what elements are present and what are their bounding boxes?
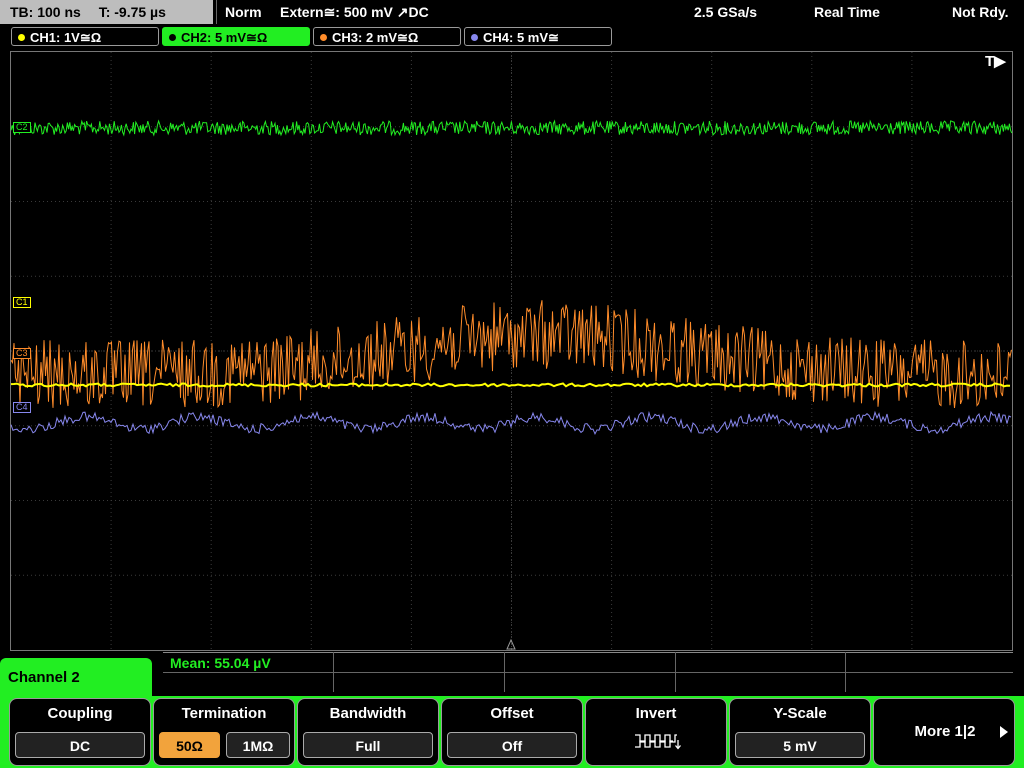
coupling-value[interactable]: DC: [15, 732, 145, 758]
invert-button[interactable]: Invert: [585, 698, 727, 766]
bandwidth-button[interactable]: Bandwidth Full: [297, 698, 439, 766]
measurement-divider: [504, 652, 505, 692]
more-button[interactable]: More 1|2: [873, 698, 1015, 766]
offset-button[interactable]: Offset Off: [441, 698, 583, 766]
termination-1mohm[interactable]: 1MΩ: [226, 732, 290, 758]
trigger-offset-marker[interactable]: T▶: [985, 52, 1006, 70]
measurement-divider: [675, 652, 676, 692]
ch4-level-marker[interactable]: C4: [13, 402, 31, 413]
chevron-right-icon: [1000, 726, 1008, 738]
yscale-value[interactable]: 5 mV: [735, 732, 865, 758]
more-label: More 1|2: [914, 723, 976, 740]
coupling-button[interactable]: Coupling DC: [9, 698, 151, 766]
menu-title: Channel 2: [0, 658, 152, 700]
bandwidth-value[interactable]: Full: [303, 732, 433, 758]
mean-measurement: Mean: 55.04 µV: [170, 655, 271, 671]
ch1-level-marker[interactable]: C1: [13, 297, 31, 308]
invert-title: Invert: [635, 705, 677, 722]
ch3-level-marker[interactable]: C3: [13, 348, 31, 359]
measurement-divider: [845, 652, 846, 692]
bandwidth-title: Bandwidth: [329, 705, 407, 722]
coupling-title: Coupling: [47, 705, 113, 722]
trace-ch1: [10, 382, 1011, 388]
offset-value[interactable]: Off: [447, 732, 577, 758]
measurement-divider: [163, 672, 1013, 673]
graticule: [11, 52, 1012, 650]
ch2-level-marker[interactable]: C2: [13, 122, 31, 133]
termination-title: Termination: [181, 705, 267, 722]
measurement-divider: [333, 652, 334, 692]
yscale-button[interactable]: Y-Scale 5 mV: [729, 698, 871, 766]
termination-50ohm[interactable]: 50Ω: [159, 732, 220, 758]
invert-waveform-icon: [635, 734, 681, 750]
waveform-canvas: [10, 52, 1013, 650]
yscale-title: Y-Scale: [773, 705, 827, 722]
offset-title: Offset: [490, 705, 534, 722]
termination-button[interactable]: Termination 50Ω 1MΩ: [153, 698, 295, 766]
